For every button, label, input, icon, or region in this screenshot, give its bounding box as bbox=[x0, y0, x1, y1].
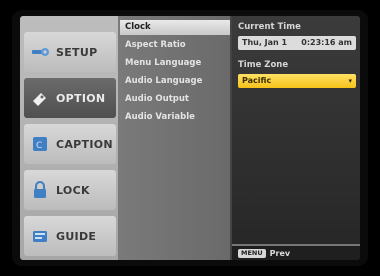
menu-button[interactable]: MENU bbox=[238, 248, 266, 258]
category-lock[interactable]: LOCK bbox=[24, 170, 116, 210]
category-label: OPTION bbox=[56, 91, 106, 105]
chevron-down-icon: ▾ bbox=[348, 77, 352, 85]
time-zone-label: Time Zone bbox=[238, 60, 289, 70]
time-zone-value: Pacific bbox=[242, 76, 272, 85]
menu-item-clock[interactable]: Clock bbox=[120, 20, 230, 35]
category-column: SETUP OPTION C CAPTION LOCK GUIDE bbox=[20, 16, 118, 260]
current-time-display: Thu, Jan 1 0:23:16 am bbox=[238, 36, 356, 50]
svg-text:C: C bbox=[36, 141, 42, 151]
category-caption[interactable]: C CAPTION bbox=[24, 124, 116, 164]
tv-bezel: SETUP OPTION C CAPTION LOCK GUIDE Clock … bbox=[12, 10, 368, 266]
current-time: 0:23:16 am bbox=[301, 38, 352, 47]
category-setup[interactable]: SETUP bbox=[24, 32, 116, 72]
prev-label: Prev bbox=[269, 248, 291, 258]
menu-item-audio-variable[interactable]: Audio Variable bbox=[120, 110, 230, 125]
option-menu: Clock Aspect Ratio Menu Language Audio L… bbox=[118, 16, 232, 260]
guide-icon bbox=[33, 231, 47, 242]
category-label: SETUP bbox=[56, 45, 98, 59]
time-zone-dropdown[interactable]: Pacific ▾ bbox=[238, 74, 356, 88]
menu-item-audio-output[interactable]: Audio Output bbox=[120, 92, 230, 107]
current-date: Thu, Jan 1 bbox=[242, 38, 288, 47]
tv-screen: SETUP OPTION C CAPTION LOCK GUIDE Clock … bbox=[20, 16, 360, 260]
option-icon bbox=[33, 93, 46, 106]
current-time-label: Current Time bbox=[238, 22, 301, 32]
footer-bar: MENU Prev bbox=[232, 244, 360, 260]
caption-icon: C bbox=[33, 137, 47, 151]
menu-item-aspect-ratio[interactable]: Aspect Ratio bbox=[120, 38, 230, 53]
category-label: CAPTION bbox=[56, 137, 113, 151]
wrench-icon bbox=[32, 48, 49, 56]
menu-item-menu-language[interactable]: Menu Language bbox=[120, 56, 230, 71]
clock-detail-panel: Current Time Thu, Jan 1 0:23:16 am Time … bbox=[232, 16, 360, 260]
menu-item-audio-language[interactable]: Audio Language bbox=[120, 74, 230, 89]
category-label: GUIDE bbox=[56, 229, 97, 243]
category-guide[interactable]: GUIDE bbox=[24, 216, 116, 256]
category-label: LOCK bbox=[56, 183, 90, 197]
lock-icon bbox=[34, 181, 46, 198]
category-option[interactable]: OPTION bbox=[24, 78, 116, 118]
